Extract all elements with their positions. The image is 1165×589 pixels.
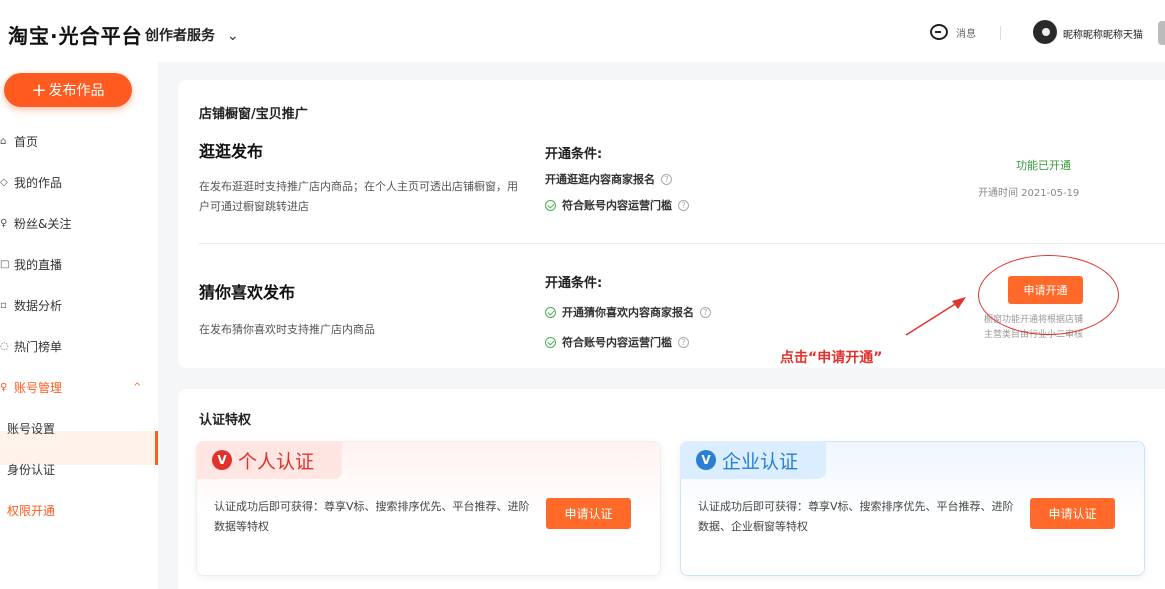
condition-label: 符合账号内容运营门槛 (562, 199, 672, 212)
sidebar-item-account-management[interactable]: ♀ 账号管理 ^ (0, 377, 158, 397)
sidebar-item-permissions[interactable]: 权限开通 (7, 502, 55, 519)
messages-label: 消息 (956, 28, 976, 40)
sidebar-item-hot-rankings[interactable]: ◌ 热门榜单 (0, 336, 158, 356)
apply-personal-certification-button[interactable]: 申请认证 (546, 498, 631, 529)
sidebar-item-label: 数据分析 (14, 298, 63, 313)
check-circle-icon (545, 336, 556, 348)
messages-button[interactable]: 消息 (930, 24, 976, 40)
chart-icon: ▫ (0, 299, 7, 311)
row-divider (198, 243, 1165, 244)
personal-certification-header: V 个人认证 (196, 441, 342, 479)
avatar[interactable] (1033, 20, 1057, 44)
section-title: 认证特权 (199, 413, 252, 428)
sidebar-item-identity-verification[interactable]: 身份认证 (7, 461, 55, 478)
publish-work-button[interactable]: + 发布作品 (4, 73, 132, 107)
live-icon: □ (0, 258, 10, 270)
user-icon: ♀ (0, 381, 8, 393)
condition-item: 符合账号内容运营门槛 ? (545, 197, 689, 213)
condition-label: 开通猜你喜欢内容商家报名 (562, 306, 694, 319)
sidebar-item-label: 首页 (14, 134, 39, 149)
sidebar-item-account-settings[interactable]: 账号设置 (7, 420, 55, 437)
conditions-title: 开通条件: (545, 147, 603, 162)
enabled-time: 开通时间 2021-05-19 (978, 188, 1080, 199)
fans-icon: ♀ (0, 217, 8, 229)
active-item-indicator (155, 431, 158, 465)
company-certification-header: V 企业认证 (680, 441, 826, 479)
condition-item: 符合账号内容运营门槛 ? (545, 334, 689, 350)
fire-icon: ◌ (0, 340, 9, 352)
status-enabled: 功能已开通 (1016, 159, 1071, 172)
verified-v-icon: V (696, 450, 716, 470)
message-icon (930, 24, 948, 40)
condition-item: 开通猜你喜欢内容商家报名 ? (545, 304, 711, 320)
condition-label: 符合账号内容运营门槛 (562, 336, 672, 349)
apply-company-certification-button[interactable]: 申请认证 (1030, 498, 1115, 529)
platform-logo[interactable]: 淘宝·光合平台 (8, 20, 143, 49)
feature-description: 在发布逛逛时支持推广店内商品；在个人主页可透出店铺橱窗，用户可通过橱窗跳转进店 (199, 180, 518, 213)
condition-item: 开通逛逛内容商家报名 ? (545, 171, 672, 187)
creator-service-dropdown[interactable]: 创作者服务 ⌄ (145, 25, 239, 45)
arrow-icon (905, 297, 966, 336)
help-icon[interactable]: ? (661, 173, 672, 185)
sidebar-item-analytics[interactable]: ▫ 数据分析 (0, 295, 158, 315)
personal-certification-title: 个人认证 (238, 450, 315, 473)
sidebar-item-home[interactable]: ⌂ 首页 (0, 131, 158, 151)
publish-work-label: 发布作品 (48, 83, 105, 99)
section-title: 店铺橱窗/宝贝推广 (199, 107, 308, 122)
sidebar-item-fans[interactable]: ♀ 粉丝&关注 (0, 213, 158, 233)
sidebar-item-label: 热门榜单 (14, 339, 63, 354)
sidebar-item-label: 账号管理 (14, 380, 63, 395)
top-bar: 淘宝·光合平台 创作者服务 ⌄ 消息 昵称昵称昵称天猫 (0, 0, 1165, 62)
username[interactable]: 昵称昵称昵称天猫 (1063, 26, 1143, 41)
verified-v-icon: V (212, 450, 232, 470)
creator-service-label: 创作者服务 (145, 28, 215, 44)
company-certification-title: 企业认证 (722, 450, 799, 473)
annotation-text: 点击“申请开通” (780, 350, 883, 366)
header-divider (1000, 26, 1001, 40)
feature-description: 在发布猜你喜欢时支持推广店内商品 (199, 323, 375, 336)
sidebar-item-label: 我的直播 (14, 257, 63, 272)
plus-icon: + (31, 79, 47, 101)
sidebar-item-label: 粉丝&关注 (14, 216, 72, 231)
personal-certification-description: 认证成功后即可获得：尊享V标、搜索排序优先、平台推荐、进阶数据等特权 (214, 500, 530, 533)
highlight-ellipse (978, 255, 1119, 335)
help-icon[interactable]: ? (678, 199, 689, 211)
help-icon[interactable]: ? (700, 306, 711, 318)
chevron-down-icon: ⌄ (227, 28, 239, 44)
conditions-title: 开通条件: (545, 276, 603, 291)
condition-label: 开通逛逛内容商家报名 (545, 173, 655, 186)
sidebar-item-live[interactable]: □ 我的直播 (0, 254, 158, 274)
feature-title: 猜你喜欢发布 (199, 283, 296, 302)
home-icon: ⌂ (0, 135, 7, 147)
sidebar-item-my-works[interactable]: ◇ 我的作品 (0, 172, 158, 192)
user-menu-toggle[interactable] (1158, 21, 1165, 45)
check-circle-icon (545, 199, 556, 211)
chevron-up-icon: ^ (133, 381, 142, 393)
works-icon: ◇ (0, 176, 8, 188)
help-icon[interactable]: ? (678, 336, 689, 348)
feature-title: 逛逛发布 (199, 142, 264, 161)
company-certification-description: 认证成功后即可获得：尊享V标、搜索排序优先、平台推荐、进阶数据、企业橱窗等特权 (698, 500, 1014, 533)
check-circle-icon (545, 306, 556, 318)
sidebar-item-label: 我的作品 (14, 175, 63, 190)
